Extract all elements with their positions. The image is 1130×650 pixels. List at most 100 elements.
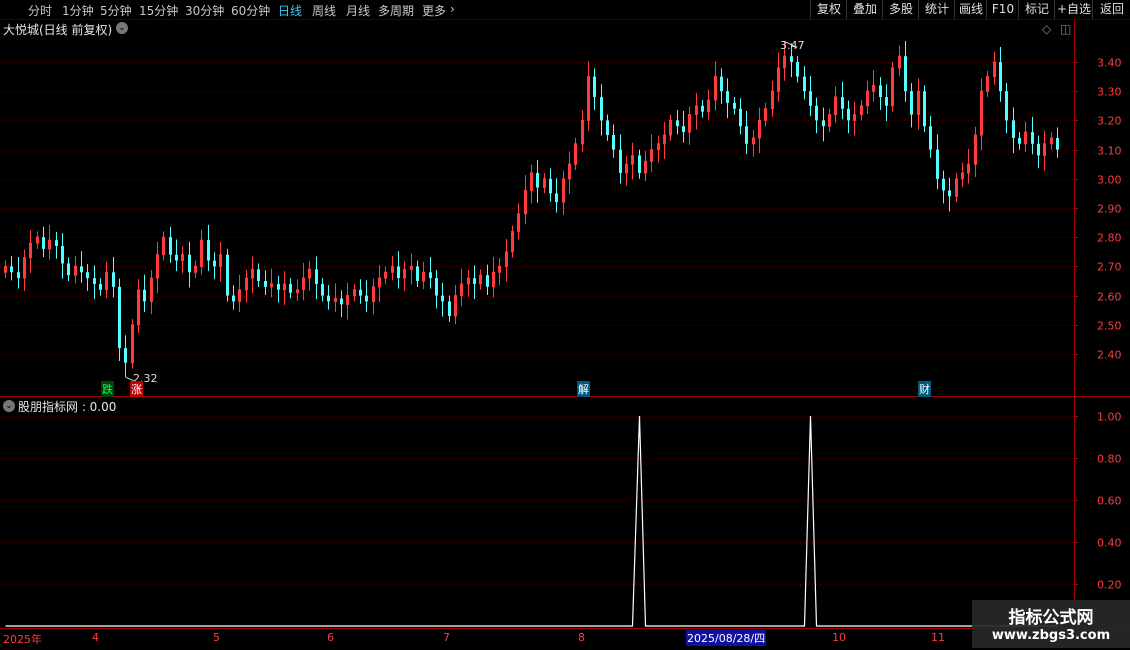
- candle-body-down: [815, 105, 818, 121]
- candle-body-down: [638, 155, 641, 173]
- stock-title: 大悦城(日线 前复权): [3, 23, 113, 37]
- candle-body-down: [847, 108, 850, 121]
- indicator-title: 股朋指标网 : 0.00: [18, 400, 117, 414]
- y-tick-label: 3.10: [1097, 145, 1122, 158]
- chevron-down-icon[interactable]: ⌄: [116, 22, 128, 34]
- candle-body-down: [879, 85, 882, 98]
- candle-body-down: [315, 269, 318, 284]
- candle-body-down: [745, 126, 748, 144]
- xaxis-month: 11: [931, 631, 945, 644]
- signal-cai: 财: [918, 381, 931, 397]
- candle-body-down: [207, 240, 210, 261]
- candle-body-down: [397, 266, 400, 279]
- candle-body-down: [885, 97, 888, 106]
- xaxis-cursor-date: 2025/08/28/四: [686, 630, 767, 646]
- candle-body-down: [321, 283, 324, 296]
- y-tick-label: 2.90: [1097, 203, 1122, 216]
- candle-body-down: [720, 76, 723, 92]
- candle-body-down: [365, 295, 368, 302]
- candle-body-down: [1056, 137, 1059, 150]
- candle-body-down: [416, 266, 419, 281]
- candle-body-down: [948, 190, 951, 197]
- candle-body-down: [86, 272, 89, 279]
- candle-body-down: [118, 286, 121, 349]
- indicator-line: [5, 415, 1058, 627]
- y-tick-label: 3.40: [1097, 57, 1122, 70]
- candle-body-down: [929, 126, 932, 150]
- candle-body-down: [143, 289, 146, 302]
- candle-body-down: [99, 283, 102, 290]
- candle-body-down: [175, 254, 178, 261]
- candle-body-down: [536, 172, 539, 188]
- candle-body-down: [1037, 143, 1040, 156]
- xaxis-month: 7: [443, 631, 450, 644]
- signal-zhang: 涨: [130, 381, 143, 397]
- candle-body-down: [55, 240, 58, 246]
- candle-body-down: [822, 120, 825, 127]
- y-tick-label: 3.00: [1097, 174, 1122, 187]
- candle-body-down: [1005, 91, 1008, 121]
- candle-body-down: [226, 254, 229, 296]
- candle-body-down: [790, 56, 793, 62]
- candle-body-down: [327, 295, 330, 302]
- candle-body-down: [473, 278, 476, 284]
- candle-body-down: [549, 178, 552, 194]
- y-tick-label: 0.60: [1097, 495, 1122, 508]
- candle-body-down: [10, 266, 13, 273]
- candle-body-down: [593, 76, 596, 98]
- candle-body-down: [606, 120, 609, 135]
- candle-body-down: [701, 105, 704, 112]
- kline-chart[interactable]: 2.40 2.50 2.60 2.70 2.80 2.90 3.00 3.10 3.20 3.30…: [0, 0, 1130, 650]
- candle-body-down: [619, 149, 622, 173]
- candle-body-down: [1031, 132, 1034, 144]
- candle-body-down: [112, 272, 115, 287]
- candle-body-down: [441, 295, 444, 302]
- y-tick-label: 0.80: [1097, 453, 1122, 466]
- signal-jie: 解: [577, 381, 590, 397]
- xaxis-month: 8: [578, 631, 585, 644]
- candle-body-down: [803, 76, 806, 92]
- window-icon[interactable]: ◫: [1060, 22, 1071, 36]
- y-tick-label: 2.50: [1097, 320, 1122, 333]
- y-tick-label: 0.20: [1097, 579, 1122, 592]
- diamond-icon[interactable]: ◇: [1042, 22, 1051, 36]
- xaxis-month: 5: [213, 631, 220, 644]
- watermark: 指标公式网 www.zbgs3.com: [972, 600, 1130, 648]
- xaxis-month: 4: [92, 631, 99, 644]
- y-tick-label: 2.40: [1097, 349, 1122, 362]
- candle-body-down: [359, 289, 362, 296]
- candle-body-down: [80, 266, 83, 273]
- candle-body-down: [264, 281, 267, 287]
- candle-body-down: [841, 97, 844, 109]
- candle-body-down: [42, 237, 45, 249]
- xaxis-year: 2025年: [3, 633, 42, 646]
- candle-body-down: [61, 245, 64, 264]
- candle-body-down: [733, 102, 736, 109]
- candle-body-down: [600, 97, 603, 121]
- y-tick-label: 1.00: [1097, 411, 1122, 424]
- y-tick-label: 2.70: [1097, 261, 1122, 274]
- y-tick-label: 2.60: [1097, 291, 1122, 304]
- xaxis-month: 10: [832, 631, 846, 644]
- high-price-label: 3.47: [780, 39, 805, 52]
- candle-body-down: [923, 91, 926, 127]
- candle-body-down: [169, 237, 172, 255]
- signal-die: 跌: [101, 381, 114, 397]
- candle-body-down: [1018, 137, 1021, 144]
- candle-body-down: [486, 275, 489, 287]
- chevron-down-icon[interactable]: ⌄: [3, 400, 15, 412]
- candle-body-down: [435, 278, 438, 296]
- candle-body-down: [340, 298, 343, 305]
- candle-body-down: [277, 283, 280, 290]
- candle-body-down: [1012, 120, 1015, 138]
- candle-body-down: [936, 149, 939, 179]
- y-tick-label: 3.30: [1097, 86, 1122, 99]
- candle-body-down: [612, 135, 615, 150]
- y-tick-label: 2.80: [1097, 232, 1122, 245]
- candle-body-down: [232, 295, 235, 302]
- candle-body-down: [676, 120, 679, 127]
- candle-body-down: [188, 254, 191, 273]
- y-tick-label: 3.20: [1097, 115, 1122, 128]
- watermark-url: www.zbgs3.com: [991, 628, 1111, 643]
- candle-body-down: [726, 91, 729, 103]
